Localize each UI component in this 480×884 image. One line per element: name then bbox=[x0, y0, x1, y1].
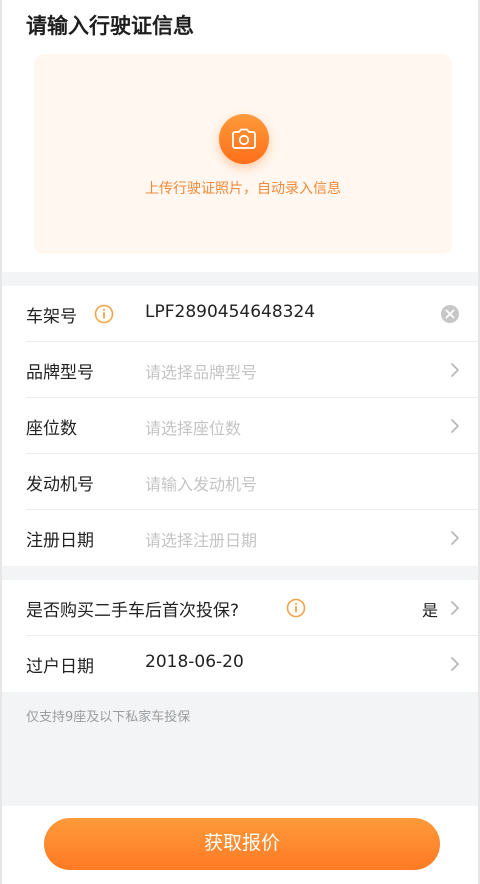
vin-input[interactable]: LPF2890454648324 bbox=[145, 302, 315, 322]
get-quote-button[interactable]: 获取报价 bbox=[44, 818, 440, 870]
note-area: 仅支持9座及以下私家车投保 bbox=[2, 692, 478, 806]
vin-label: 车架号 bbox=[26, 307, 77, 327]
info-icon[interactable] bbox=[94, 304, 114, 324]
vin-row[interactable]: 车架号 LPF2890454648324 bbox=[2, 286, 478, 342]
first-insure-row[interactable]: 是否购买二手车后首次投保? 是 bbox=[2, 580, 478, 636]
brand-model-row[interactable]: 品牌型号 请选择品牌型号 bbox=[2, 342, 478, 398]
engine-no-label: 发动机号 bbox=[26, 475, 94, 495]
screen: 请输入行驶证信息 上传行驶证照片，自动录入信息 车架号 LPF289045464… bbox=[0, 0, 480, 884]
page-title: 请输入行驶证信息 bbox=[26, 14, 194, 38]
section-gap bbox=[2, 566, 478, 580]
chevron-right-icon bbox=[451, 363, 459, 377]
section-gap bbox=[2, 272, 478, 286]
camera-icon bbox=[232, 128, 256, 149]
transfer-date-row[interactable]: 过户日期 2018-06-20 bbox=[2, 636, 478, 692]
seats-row[interactable]: 座位数 请选择座位数 bbox=[2, 398, 478, 454]
brand-model-select[interactable]: 请选择品牌型号 bbox=[145, 359, 257, 383]
clear-icon[interactable] bbox=[440, 304, 460, 324]
upload-license-card[interactable]: 上传行驶证照片，自动录入信息 bbox=[34, 54, 452, 254]
reg-date-select[interactable]: 请选择注册日期 bbox=[145, 527, 257, 551]
first-insure-value[interactable]: 是 bbox=[422, 597, 438, 621]
camera-upload-button[interactable] bbox=[219, 114, 269, 164]
seats-select[interactable]: 请选择座位数 bbox=[145, 415, 241, 439]
reg-date-label: 注册日期 bbox=[26, 531, 94, 551]
chevron-right-icon bbox=[451, 419, 459, 433]
chevron-right-icon bbox=[451, 657, 459, 671]
brand-model-label: 品牌型号 bbox=[26, 363, 94, 383]
chevron-right-icon bbox=[451, 601, 459, 615]
reg-date-row[interactable]: 注册日期 请选择注册日期 bbox=[2, 510, 478, 566]
eligibility-note: 仅支持9座及以下私家车投保 bbox=[26, 710, 191, 725]
engine-no-row[interactable]: 发动机号 请输入发动机号 bbox=[2, 454, 478, 510]
chevron-right-icon bbox=[451, 531, 459, 545]
engine-no-input[interactable]: 请输入发动机号 bbox=[145, 471, 257, 495]
transfer-date-label: 过户日期 bbox=[26, 657, 94, 677]
upload-hint: 上传行驶证照片，自动录入信息 bbox=[145, 181, 341, 197]
seats-label: 座位数 bbox=[26, 419, 77, 439]
first-insure-label: 是否购买二手车后首次投保? bbox=[26, 601, 240, 621]
info-icon[interactable] bbox=[286, 598, 306, 618]
transfer-date-select[interactable]: 2018-06-20 bbox=[145, 652, 244, 672]
